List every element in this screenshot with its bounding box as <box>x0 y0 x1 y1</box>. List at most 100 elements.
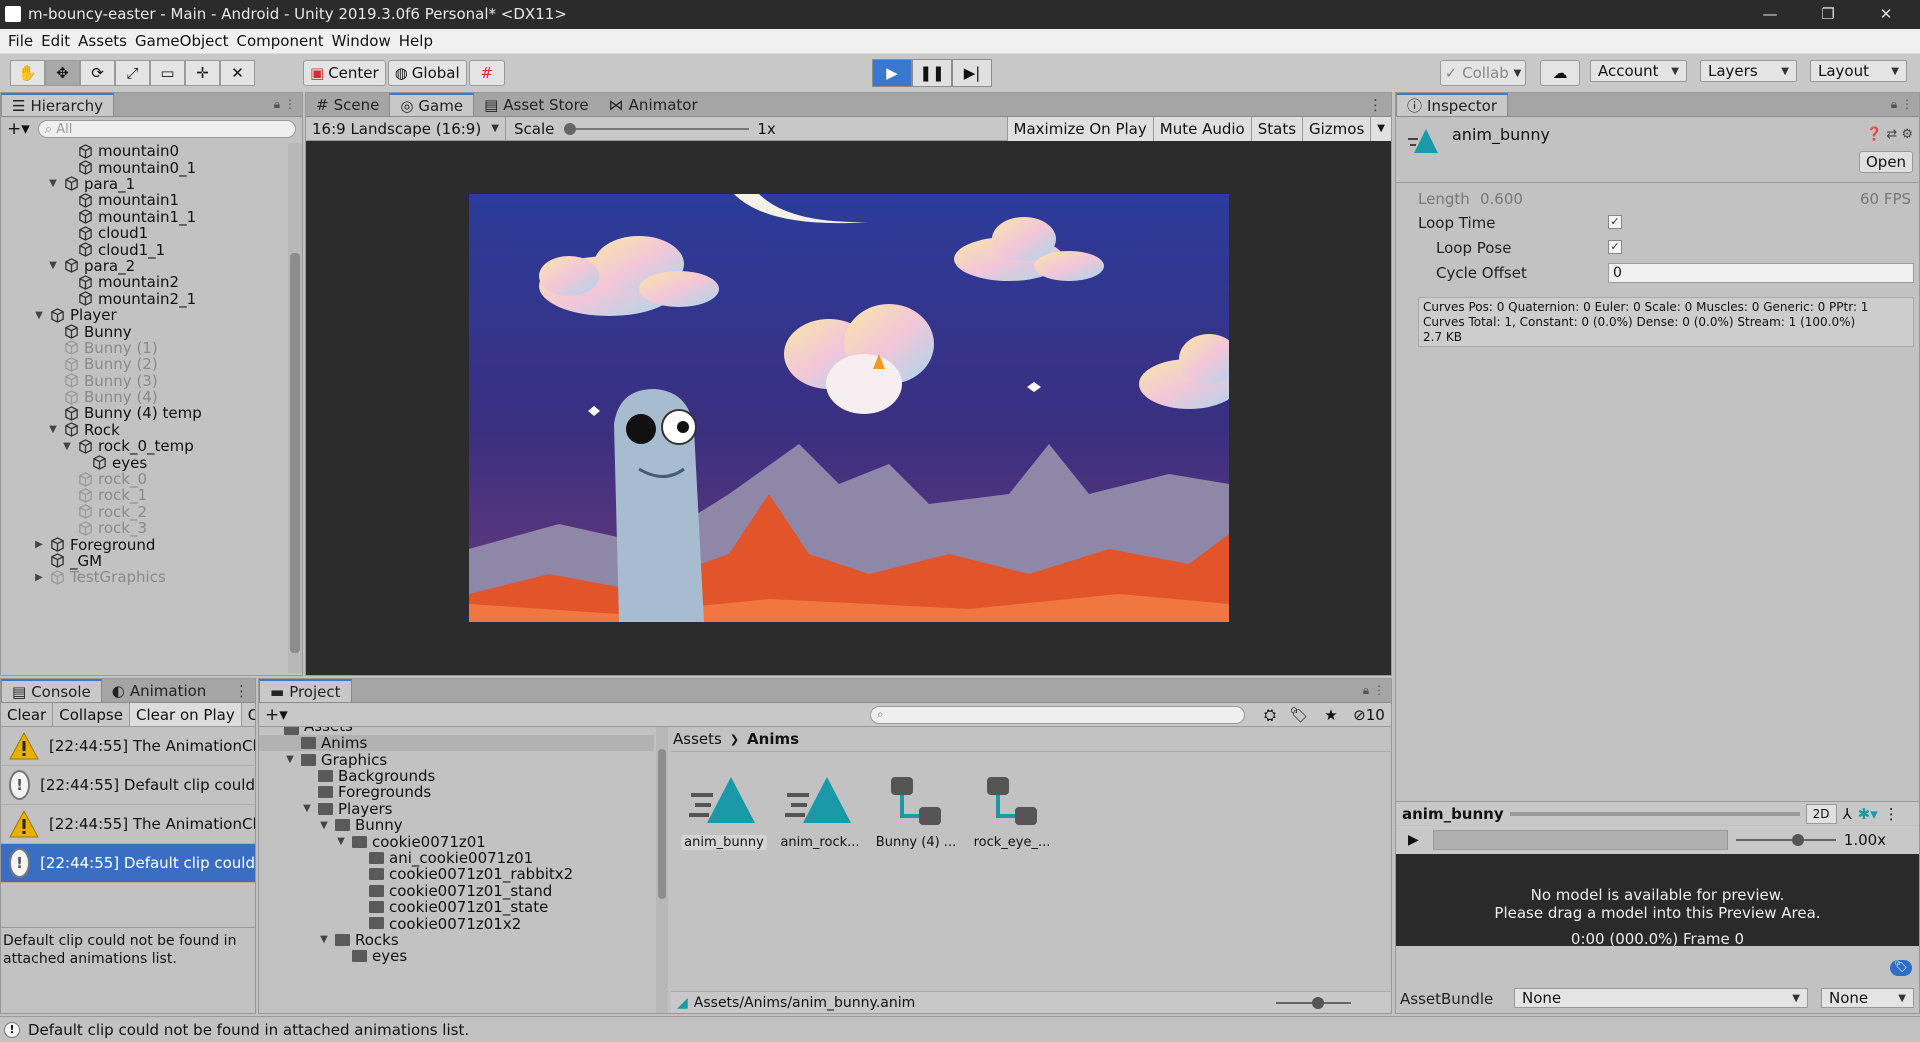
tab-animator[interactable]: ⋈ Animator <box>599 93 708 116</box>
project-folder-item[interactable]: ▼ cookie0071z01 <box>259 833 654 851</box>
add-icon[interactable]: +▾ <box>265 705 288 725</box>
hierarchy-item[interactable]: rock_0 <box>1 470 286 488</box>
hierarchy-item[interactable]: cloud1_1 <box>1 241 286 259</box>
account-dropdown[interactable]: Account ▼ <box>1590 60 1687 82</box>
hierarchy-item[interactable]: Bunny (3) <box>1 372 286 390</box>
icon-size-thumb[interactable] <box>1312 996 1324 1009</box>
menu-component[interactable]: Component <box>237 32 324 50</box>
pivot-icon[interactable]: ⅄ <box>1843 805 1852 823</box>
tab-hierarchy[interactable]: ☰ Hierarchy <box>1 93 114 116</box>
hierarchy-item[interactable]: ▶ Foreground <box>1 536 286 554</box>
project-folder-item[interactable]: eyes <box>259 947 654 965</box>
project-folder-item[interactable]: ▼ Players <box>259 800 654 818</box>
hierarchy-item[interactable]: Bunny (1) <box>1 339 286 357</box>
expand-arrow-icon[interactable]: ▼ <box>284 754 296 765</box>
play-button[interactable]: ▶ <box>872 59 912 87</box>
lock-icon[interactable]: 🔒︎ ⋮ <box>274 97 302 112</box>
speed-thumb[interactable] <box>1791 834 1804 846</box>
expand-arrow-icon[interactable]: ▼ <box>61 441 73 452</box>
tab-scene[interactable]: # Scene <box>306 93 389 116</box>
console-log-row[interactable]: [22:44:55] The AnimationClip <box>1 727 255 766</box>
panel-menu-icon[interactable]: ⋮ <box>1368 96 1391 114</box>
project-folder-item[interactable]: cookie0071z01_rabbitx2 <box>259 865 654 883</box>
menu-edit[interactable]: Edit <box>41 32 70 50</box>
preview-menu-icon[interactable]: ⋮ <box>1884 805 1899 823</box>
project-folder-item[interactable]: ▼ Graphics <box>259 751 654 769</box>
avatar-icon[interactable]: ✱▾ <box>1858 805 1878 823</box>
expand-arrow-icon[interactable]: ▶ <box>33 539 45 550</box>
scale-thumb[interactable] <box>564 122 577 135</box>
hierarchy-item[interactable]: Bunny (4) temp <box>1 404 286 422</box>
hidden-packages-button[interactable]: ⊘10 <box>1347 706 1391 724</box>
asset-tile[interactable]: rock_eye_... <box>967 773 1057 850</box>
asset-tile[interactable]: anim_rock... <box>775 773 865 850</box>
hierarchy-item[interactable]: ▶ TestGraphics <box>1 568 286 586</box>
loop-pose-checkbox[interactable]: ✓ <box>1608 240 1622 254</box>
stats-button[interactable]: Stats <box>1250 116 1303 141</box>
preview-speed-slider[interactable] <box>1735 833 1836 847</box>
label-icon[interactable]: 🏷︎ <box>1890 960 1912 976</box>
search-by-label-icon[interactable]: 🏷︎ <box>1283 706 1315 724</box>
collab-dropdown[interactable]: ✓ Collab ▼ <box>1440 60 1526 86</box>
cloud-button[interactable]: ☁ <box>1540 60 1580 86</box>
menu-gameobject[interactable]: GameObject <box>135 32 229 50</box>
hierarchy-item[interactable]: rock_1 <box>1 486 286 504</box>
project-folder-item[interactable]: ▼ Rocks <box>259 931 654 949</box>
expand-arrow-icon[interactable]: ▼ <box>47 178 59 189</box>
hierarchy-item[interactable]: eyes <box>1 454 286 472</box>
panel-menu-icon[interactable]: ⋮ <box>234 682 255 700</box>
hierarchy-item[interactable]: ▼ Rock <box>1 421 286 439</box>
pivot-global-button[interactable]: ◍ Global <box>387 60 467 86</box>
asset-tile[interactable]: Bunny (4) ... <box>871 773 961 850</box>
loop-time-checkbox[interactable]: ✓ <box>1608 215 1622 229</box>
restore-icon[interactable]: ❐ <box>1800 0 1856 29</box>
expand-arrow-icon[interactable]: ▼ <box>33 310 45 321</box>
tab-project[interactable]: ▬ Project <box>259 679 352 702</box>
expand-arrow-icon[interactable]: ▼ <box>301 803 313 814</box>
project-folder-item[interactable]: Foregrounds <box>259 783 654 801</box>
hierarchy-item[interactable]: ▼ para_2 <box>1 257 286 275</box>
hierarchy-item[interactable]: Bunny (2) <box>1 355 286 373</box>
project-folder-item[interactable]: ▼ Bunny <box>259 816 654 834</box>
mute-audio-button[interactable]: Mute Audio <box>1152 116 1251 141</box>
hierarchy-item[interactable]: rock_2 <box>1 503 286 521</box>
tab-console[interactable]: ▤ Console <box>1 679 102 702</box>
preview-2d-button[interactable]: 2D <box>1805 803 1837 824</box>
clear-on-play-button[interactable]: Clear on Play <box>129 703 242 726</box>
expand-arrow-icon[interactable]: ▼ <box>318 934 330 945</box>
clear-on-build-button[interactable]: Cl <box>242 703 255 726</box>
hierarchy-item[interactable]: _GM <box>1 552 286 570</box>
hierarchy-item[interactable]: rock_3 <box>1 519 286 537</box>
expand-arrow-icon[interactable]: ▼ <box>47 424 59 435</box>
layout-dropdown[interactable]: Layout ▼ <box>1810 60 1907 82</box>
project-tree-scrollbar[interactable] <box>656 727 668 1013</box>
hierarchy-item[interactable]: cloud1 <box>1 224 286 242</box>
gizmos-dropdown-icon[interactable]: ▼ <box>1370 116 1391 141</box>
rotate-tool-icon[interactable]: ⟳ <box>80 60 115 86</box>
preview-drag-handle[interactable] <box>1509 811 1800 816</box>
expand-arrow-icon[interactable]: ▶ <box>33 572 45 583</box>
hierarchy-item[interactable]: mountain2_1 <box>1 290 286 308</box>
search-by-type-icon[interactable]: ⛭ <box>1257 706 1283 724</box>
pivot-center-button[interactable]: ▣ Center <box>303 60 386 86</box>
scrollbar-thumb[interactable] <box>290 253 300 653</box>
project-folder-item[interactable]: ani_cookie0071z01 <box>259 849 654 867</box>
status-message[interactable]: Default clip could not be found in attac… <box>28 1021 469 1039</box>
grid-snap-button[interactable]: # <box>468 60 505 86</box>
clear-button[interactable]: Clear <box>1 703 54 726</box>
minimize-icon[interactable]: — <box>1742 0 1798 29</box>
scale-slider[interactable] <box>564 122 750 135</box>
rect-tool-icon[interactable]: ▭ <box>150 60 185 86</box>
icon-size-slider[interactable] <box>1276 996 1351 1009</box>
collapse-button[interactable]: Collapse <box>53 703 130 726</box>
scrollbar-thumb[interactable] <box>658 749 666 899</box>
console-log-row[interactable]: ! [22:44:55] Default clip could <box>1 766 255 805</box>
console-log-row[interactable]: [22:44:55] The AnimationClip <box>1 805 255 844</box>
lock-icon[interactable]: 🔒︎ ⋮ <box>1891 97 1919 112</box>
tab-asset-store[interactable]: ▤ Asset Store <box>474 93 599 116</box>
hierarchy-item[interactable]: Bunny (4) <box>1 388 286 406</box>
expand-arrow-icon[interactable]: ▼ <box>47 260 59 271</box>
hierarchy-item[interactable]: ▼ para_1 <box>1 175 286 193</box>
tab-inspector[interactable]: ⓘ Inspector <box>1396 93 1508 116</box>
assetbundle-variant-dropdown[interactable]: None ▼ <box>1821 988 1914 1008</box>
